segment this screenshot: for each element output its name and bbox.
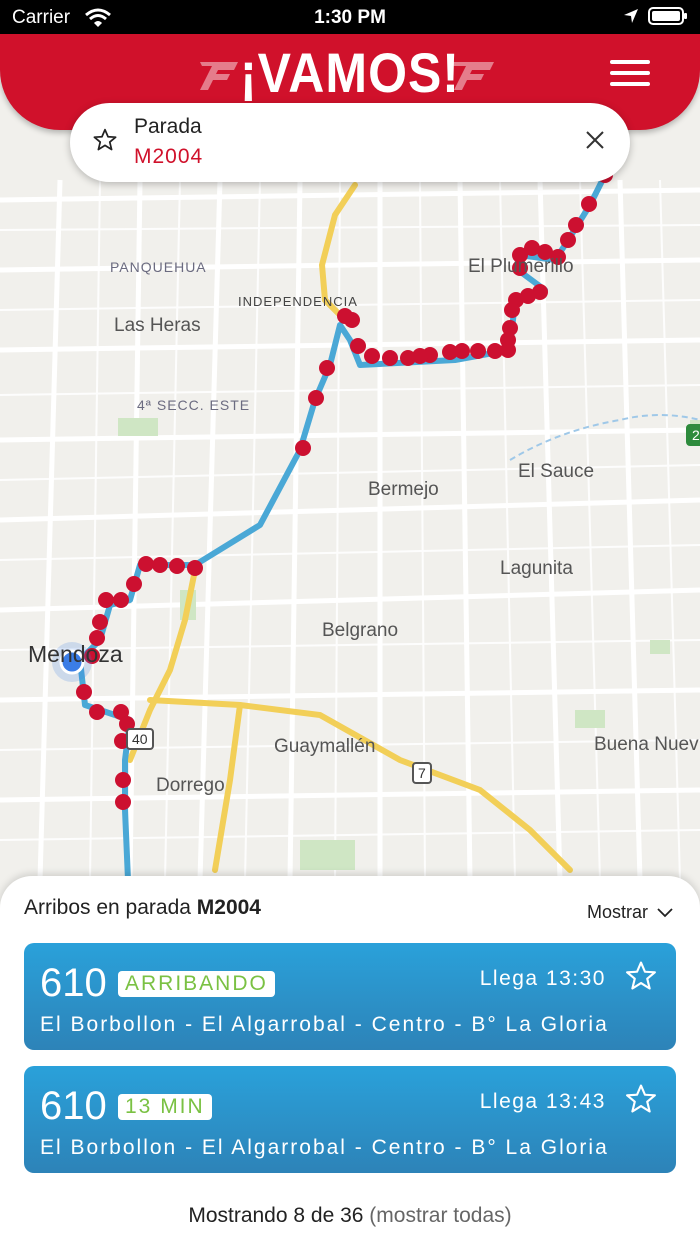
arrivals-count: Mostrando 8 de 36 (mostrar todas)	[0, 1204, 700, 1228]
arrival-status-badge: ARRIBANDO	[118, 971, 275, 997]
location-arrow-icon	[624, 9, 638, 23]
show-all-link[interactable]: (mostrar todas)	[369, 1204, 511, 1227]
map-label-belgrano: Belgrano	[322, 620, 399, 641]
favorite-star-icon[interactable]	[624, 959, 658, 993]
stop-code: M2004	[134, 145, 204, 168]
chevron-down-icon	[657, 907, 673, 917]
battery-icon	[648, 7, 687, 25]
arrival-eta: Llega 13:30	[479, 967, 606, 990]
wifi-icon	[85, 8, 111, 27]
favorite-star-icon[interactable]	[624, 1082, 658, 1116]
map-label-buena-nueva: Buena Nuev	[594, 734, 699, 755]
map-label-4-secc-este: 4ª SECC. ESTE	[137, 397, 251, 413]
close-icon[interactable]	[584, 129, 606, 151]
menu-bar	[610, 71, 650, 75]
show-toggle-button[interactable]: Mostrar	[587, 902, 674, 923]
map-label-el-sauce: El Sauce	[518, 461, 595, 482]
line-number: 610	[40, 1084, 107, 1128]
map-label-dorrego: Dorrego	[156, 775, 225, 796]
arrivals-sheet: Arribos en parada M2004 Mostrar 610 ARRI…	[0, 876, 700, 1244]
route-shield-20: 20	[686, 424, 700, 446]
status-icons	[622, 6, 688, 26]
map-label-panquehua: PANQUEHUA	[110, 259, 207, 275]
map-label-bermejo: Bermejo	[368, 479, 439, 500]
menu-button[interactable]	[610, 60, 650, 90]
route-description: El Borbollon - El Algarrobal - Centro - …	[40, 1013, 609, 1036]
map-label-guaymallen: Guaymallén	[274, 736, 376, 757]
map-label-mendoza: Mendoza	[28, 641, 123, 667]
arrival-card[interactable]: 610 ARRIBANDO Llega 13:30 El Borbollon -…	[24, 943, 676, 1050]
arrival-eta: Llega 13:43	[479, 1090, 606, 1113]
arrival-card[interactable]: 610 13 MIN Llega 13:43 El Borbollon - El…	[24, 1066, 676, 1173]
stop-label: Parada	[134, 115, 202, 138]
show-toggle-label: Mostrar	[586, 902, 648, 922]
menu-bar	[610, 60, 650, 64]
sheet-title-prefix: Arribos en parada	[24, 896, 191, 919]
stop-search-card[interactable]: Parada M2004	[70, 103, 630, 182]
sheet-title: Arribos en parada M2004	[24, 896, 261, 920]
route-description: El Borbollon - El Algarrobal - Centro - …	[40, 1136, 609, 1159]
status-bar: Carrier 1:30 PM	[0, 0, 700, 36]
menu-bar	[610, 82, 650, 86]
map-label-lagunita: Lagunita	[500, 558, 573, 579]
line-number: 610	[40, 961, 107, 1005]
map-label-el-plumerillo: El Plumerillo	[468, 256, 574, 277]
map-label-las-heras: Las Heras	[114, 315, 201, 336]
route-shield-7: 7	[412, 762, 432, 784]
arrival-status-badge: 13 MIN	[118, 1094, 212, 1120]
app-logo: ¡VAMOS!	[240, 41, 460, 105]
star-outline-icon[interactable]	[92, 127, 118, 153]
arrivals-count-text: Mostrando 8 de 36	[188, 1204, 364, 1227]
route-shield-40: 40	[126, 728, 154, 750]
right-bus-logo-icon	[448, 62, 494, 90]
sheet-title-stop: M2004	[196, 896, 261, 919]
map-label-independencia: INDEPENDENCIA	[238, 294, 358, 309]
